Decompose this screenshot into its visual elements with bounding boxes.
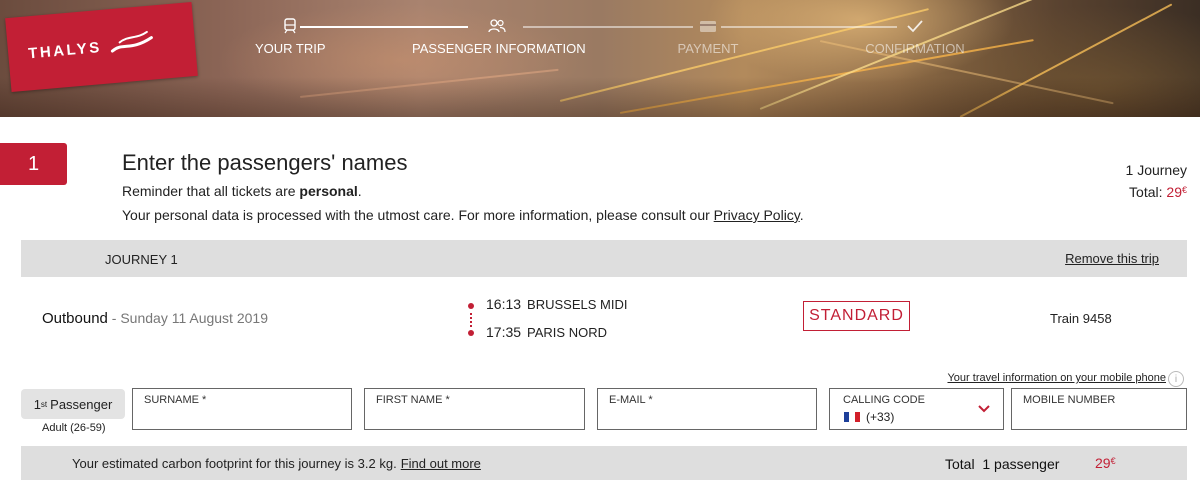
calling-code-value: (+33) (844, 410, 894, 424)
departure-dot (468, 303, 474, 309)
step-label: CONFIRMATION (865, 41, 965, 56)
info-icon[interactable]: i (1168, 371, 1184, 387)
travel-class-badge: STANDARD (803, 301, 910, 331)
step-your-trip[interactable]: YOUR TRIP (255, 14, 326, 56)
email-field[interactable]: E-MAIL * (597, 388, 817, 430)
train-number: Train 9458 (1050, 311, 1112, 326)
email-label: E-MAIL * (609, 394, 653, 406)
departure-time: 16:13 (486, 296, 522, 312)
first-name-input[interactable] (375, 409, 574, 427)
privacy-text: Your personal data is processed with the… (122, 207, 804, 223)
passengers-icon (485, 14, 509, 38)
arrival-stop: 17:35 PARIS NORD (486, 324, 607, 340)
departure-station: BRUSSELS MIDI (527, 297, 628, 312)
arrival-station: PARIS NORD (527, 325, 607, 340)
route-timeline: 16:13 BRUSSELS MIDI 17:35 PARIS NORD (466, 296, 666, 346)
reminder-bold: personal (299, 183, 358, 199)
check-icon (903, 14, 927, 38)
reminder-text: Reminder that all tickets are personal. (122, 183, 362, 199)
passenger-tag: 1st Passenger (21, 389, 125, 419)
mobile-number-field[interactable]: MOBILE NUMBER (1011, 388, 1187, 430)
step-payment: PAYMENT (668, 14, 748, 56)
chevron-down-icon (978, 405, 990, 413)
card-icon (696, 14, 720, 38)
logo-text: THALYS (27, 38, 103, 62)
arrival-time: 17:35 (486, 324, 522, 340)
first-name-label: FIRST NAME * (376, 394, 450, 406)
journey-title: JOURNEY 1 (105, 252, 178, 267)
footer-bar: Your estimated carbon footprint for this… (21, 446, 1187, 480)
step-label: PAYMENT (677, 41, 739, 56)
summary-total: Total: 29€ (1129, 184, 1187, 200)
train-icon (278, 14, 302, 38)
first-name-field[interactable]: FIRST NAME * (364, 388, 585, 430)
passenger-type: Adult (26-59) (42, 422, 106, 434)
mobile-number-label: MOBILE NUMBER (1023, 394, 1116, 406)
summary-total-price: 29€ (1166, 184, 1187, 200)
carbon-footprint-text: Your estimated carbon footprint for this… (72, 456, 481, 471)
step-label: PASSENGER INFORMATION (412, 41, 586, 56)
find-out-more-link[interactable]: Find out more (401, 456, 481, 471)
journey-header: JOURNEY 1 Remove this trip (21, 240, 1187, 277)
journey-date: - Sunday 11 August 2019 (107, 310, 268, 326)
outbound-info: Outbound - Sunday 11 August 2019 (42, 310, 268, 327)
calling-code-label: CALLING CODE (843, 394, 925, 406)
arrival-dot (468, 330, 474, 336)
step-label: YOUR TRIP (255, 41, 326, 56)
surname-field[interactable]: SURNAME * (132, 388, 352, 430)
step-passenger-information: PASSENGER INFORMATION (412, 14, 586, 56)
calling-code-select[interactable]: CALLING CODE (+33) (829, 388, 1004, 430)
mobile-info-link[interactable]: Your travel information on your mobile p… (947, 372, 1166, 384)
direction-label: Outbound (42, 310, 108, 327)
mobile-number-input[interactable] (1022, 409, 1176, 427)
departure-stop: 16:13 BRUSSELS MIDI (486, 296, 627, 312)
journey-count: 1 Journey (1125, 162, 1187, 178)
logo-wave-icon (110, 31, 153, 53)
france-flag-icon (844, 412, 860, 422)
surname-label: SURNAME * (144, 394, 207, 406)
footer-total-price: 29€ (1095, 455, 1116, 471)
remove-trip-link[interactable]: Remove this trip (1065, 251, 1159, 266)
section-number-badge: 1 (0, 143, 67, 185)
order-summary: 1 Journey Total: 29€ (1126, 160, 1187, 202)
step-confirmation: CONFIRMATION (860, 14, 970, 56)
header-banner: THALYS YOUR TRIP PASSENGER INFORMATION P… (0, 0, 1200, 117)
privacy-policy-link[interactable]: Privacy Policy (714, 207, 800, 223)
footer-total-label: Total 1 passenger (945, 456, 1060, 472)
page-title: Enter the passengers' names (122, 150, 408, 175)
progress-steps: YOUR TRIP PASSENGER INFORMATION PAYMENT … (240, 14, 1000, 64)
email-input[interactable] (608, 409, 806, 427)
surname-input[interactable] (143, 409, 341, 427)
